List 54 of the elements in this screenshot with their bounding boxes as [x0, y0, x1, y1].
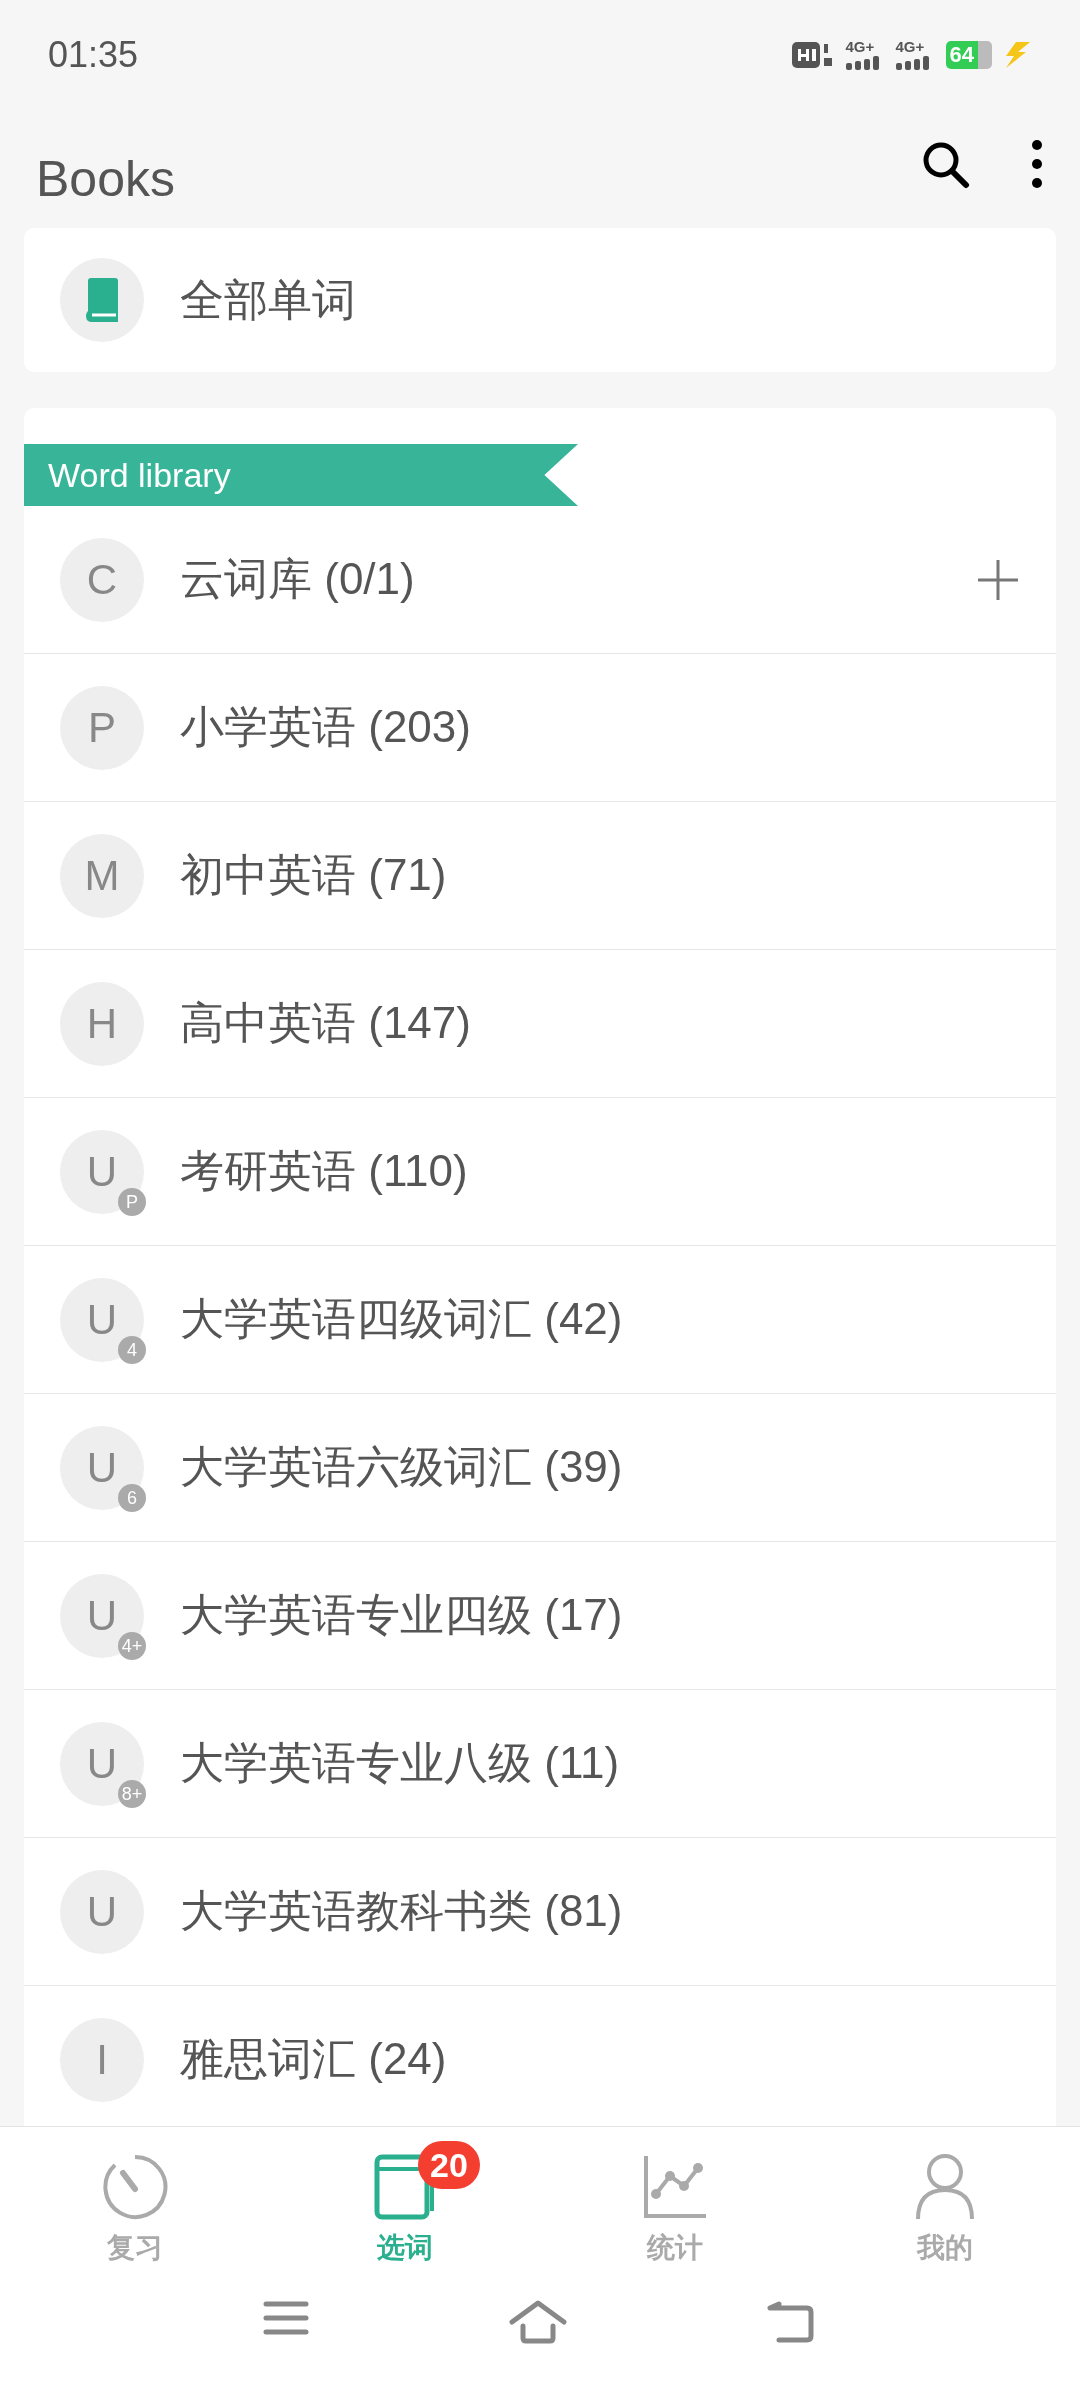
avatar-letter: U: [86, 1887, 118, 1936]
network-type: 4G+: [895, 40, 925, 54]
level-badge: 6: [118, 1483, 146, 1512]
library-name: 大学英语专业八级 (11): [180, 1737, 621, 1789]
word-library-item[interactable]: U P 考研英语 (110): [24, 1098, 1056, 1246]
home-icon[interactable]: [509, 2300, 567, 2344]
line-chart-icon: [642, 2154, 708, 2220]
library-name: 大学英语四级词汇 (42): [180, 1293, 624, 1345]
library-name: 大学英语六级词汇 (39): [180, 1441, 624, 1493]
avatar-letter: U: [86, 1739, 118, 1788]
network-type: 4G+: [845, 40, 875, 54]
count-badge: 20: [418, 2141, 480, 2189]
library-name: 云词库 (0/1): [180, 553, 416, 605]
status-time: 01:35: [48, 34, 139, 76]
word-library-item[interactable]: C 云词库 (0/1): [24, 506, 1056, 654]
level-badge: 4+: [118, 1631, 146, 1660]
library-name: 初中英语 (71): [180, 849, 448, 901]
back-icon[interactable]: [767, 2300, 817, 2344]
library-name: 高中英语 (147): [180, 997, 472, 1049]
avatar-letter: U: [86, 1591, 118, 1640]
menu-icon[interactable]: [263, 2300, 309, 2336]
add-icon[interactable]: [976, 557, 1020, 602]
book-icon: [84, 278, 120, 322]
library-name: 大学英语教科书类 (81): [180, 1885, 624, 1937]
nav-tab[interactable]: 20 选词: [270, 2127, 540, 2290]
avatar-letter: H: [86, 999, 118, 1048]
person-icon: [915, 2153, 975, 2221]
level-badge: P: [118, 1187, 146, 1216]
library-name: 小学英语 (203): [180, 701, 472, 753]
avatar-letter: U: [86, 1295, 118, 1344]
avatar-letter: M: [84, 851, 120, 900]
more-options-icon[interactable]: [1030, 139, 1044, 189]
word-library-item[interactable]: H 高中英语 (147): [24, 950, 1056, 1098]
section-ribbon: Word library: [24, 444, 578, 506]
word-library-item[interactable]: U 大学英语教科书类 (81): [24, 1838, 1056, 1986]
page-title: Books: [36, 150, 175, 208]
word-library-item[interactable]: U 4 大学英语四级词汇 (42): [24, 1246, 1056, 1394]
library-name: 大学英语专业四级 (17): [180, 1589, 624, 1641]
avatar-letter: U: [86, 1147, 118, 1196]
word-library-item[interactable]: P 小学英语 (203): [24, 654, 1056, 802]
word-library-item[interactable]: U 4+ 大学英语专业四级 (17): [24, 1542, 1056, 1690]
word-library-item[interactable]: U 8+ 大学英语专业八级 (11): [24, 1690, 1056, 1838]
level-badge: 4: [118, 1335, 146, 1364]
word-library-item[interactable]: M 初中英语 (71): [24, 802, 1056, 950]
avatar-letter: C: [86, 555, 118, 604]
level-badge: 8+: [118, 1779, 146, 1808]
library-name: 考研英语 (110): [180, 1145, 469, 1197]
library-name: 雅思词汇 (24): [180, 2033, 448, 2085]
avatar-letter: U: [86, 1443, 118, 1492]
avatar-letter: P: [88, 703, 116, 752]
timer-icon: [101, 2153, 169, 2221]
word-library-item[interactable]: U 6 大学英语六级词汇 (39): [24, 1394, 1056, 1542]
avatar-letter: I: [96, 2035, 108, 2084]
all-words-item[interactable]: 全部单词: [24, 228, 1056, 372]
